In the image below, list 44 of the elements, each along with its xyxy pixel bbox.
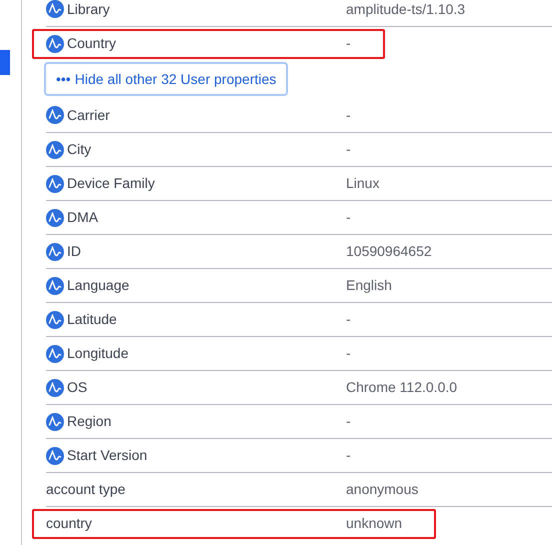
property-name: Carrier [67,106,110,124]
property-icon [46,208,64,226]
property-value: amplitude-ts/1.10.3 [346,0,466,19]
property-value: - [346,106,351,124]
property-icon [46,310,64,328]
property-value: - [346,344,351,363]
property-value: English [346,276,392,295]
property-icon [46,412,64,430]
active-indicator [0,50,10,75]
property-value: unknown [346,514,402,533]
property-name: Start Version [67,446,148,465]
property-name: ID [67,242,81,261]
property-value: Linux [346,174,380,193]
property-name: City [67,140,92,159]
property-name: Language [67,276,130,295]
property-icon [46,140,64,158]
property-name: Country [67,34,116,53]
hide-properties-button[interactable]: ••• Hide all other 32 User properties [44,62,288,96]
property-value: 10590964652 [346,242,432,261]
property-icon [46,174,64,192]
property-value: anonymous [346,480,418,499]
property-icon [46,106,64,124]
property-name: Longitude [67,344,129,363]
property-value: - [346,208,351,227]
property-icon [46,344,64,362]
property-icon [46,276,64,294]
property-name: account type [46,480,126,499]
property-name: Region [67,412,112,431]
property-name: Device Family [67,174,155,193]
property-name: country [46,514,92,533]
property-name: OS [67,378,88,397]
property-icon [46,446,64,464]
property-icon [46,34,64,52]
property-icon [46,378,64,396]
property-name: Library [67,0,110,19]
property-name: Latitude [67,310,117,329]
property-value: - [346,310,351,329]
property-value: Chrome 112.0.0.0 [346,378,458,397]
property-icon [46,242,64,260]
property-value: - [346,140,351,159]
property-value: - [346,446,351,465]
property-value: - [346,412,351,431]
property-name: DMA [67,208,98,227]
property-value: - [346,34,351,53]
